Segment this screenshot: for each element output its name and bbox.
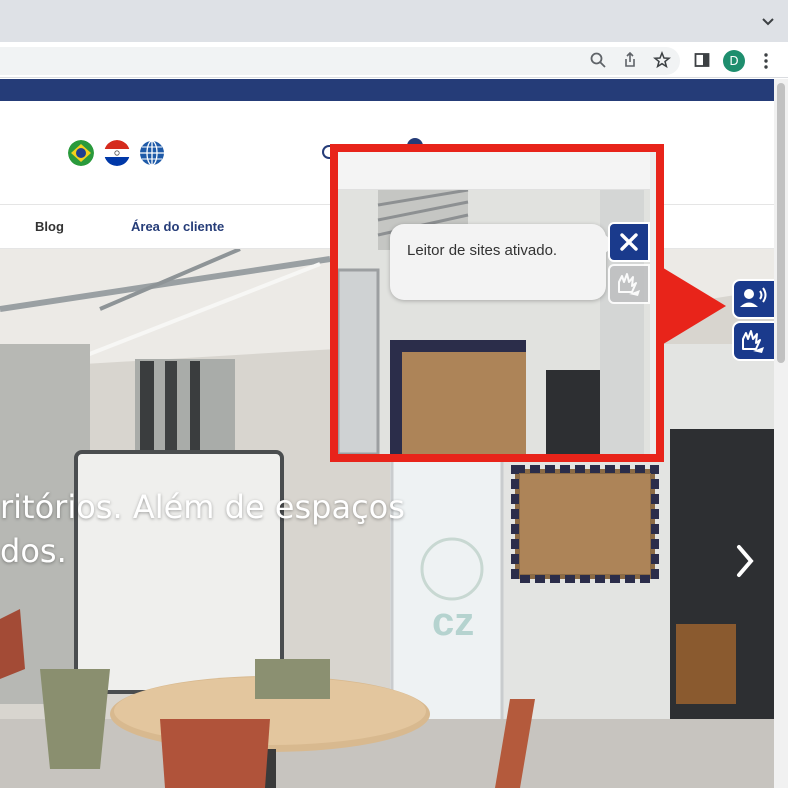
chevron-right-icon[interactable] — [734, 543, 756, 579]
page-scrollbar[interactable] — [774, 79, 788, 788]
hero-line-1: ritórios. Além de espaços — [0, 488, 405, 526]
svg-text:cz: cz — [432, 600, 474, 644]
zoom-callout: Leitor de sites ativado. — [330, 144, 664, 462]
libras-button[interactable] — [732, 321, 774, 361]
nav-blog[interactable]: Blog — [35, 219, 64, 234]
libras-button-faded[interactable] — [608, 264, 650, 304]
reader-activated-tooltip: Leitor de sites ativado. — [390, 224, 616, 300]
tooltip-text: Leitor de sites ativado. — [407, 242, 558, 259]
browser-tabstrip — [0, 0, 788, 42]
chevron-down-icon[interactable] — [760, 13, 776, 29]
close-reader-button[interactable] — [608, 222, 650, 262]
speaker-person-icon — [740, 287, 767, 307]
site-reader-button[interactable] — [732, 279, 774, 319]
kebab-menu-icon[interactable] — [760, 52, 772, 70]
browser-toolbar — [0, 42, 788, 78]
site-top-bar — [0, 79, 774, 101]
side-panel-icon[interactable] — [693, 51, 711, 69]
brazil-flag[interactable] — [68, 140, 94, 166]
sign-language-hands-icon — [618, 273, 640, 296]
search-icon[interactable] — [589, 51, 607, 69]
close-icon — [620, 233, 638, 251]
star-icon[interactable] — [653, 51, 671, 69]
profile-avatar[interactable]: D — [723, 50, 745, 72]
globe-icon[interactable] — [139, 140, 165, 166]
callout-header-area — [338, 152, 656, 190]
scrollbar-thumb[interactable] — [777, 83, 785, 363]
paraguay-flag[interactable] — [104, 140, 130, 166]
sign-language-hands-icon — [742, 330, 764, 353]
callout-arrow — [660, 266, 726, 346]
hero-headline: ritórios. Além de espaços dos. — [0, 485, 405, 573]
share-icon[interactable] — [621, 51, 639, 69]
hero-line-2: dos. — [0, 532, 67, 570]
callout-scrollbar — [650, 152, 656, 454]
address-bar[interactable] — [0, 47, 680, 75]
nav-client-area[interactable]: Área do cliente — [131, 219, 224, 234]
